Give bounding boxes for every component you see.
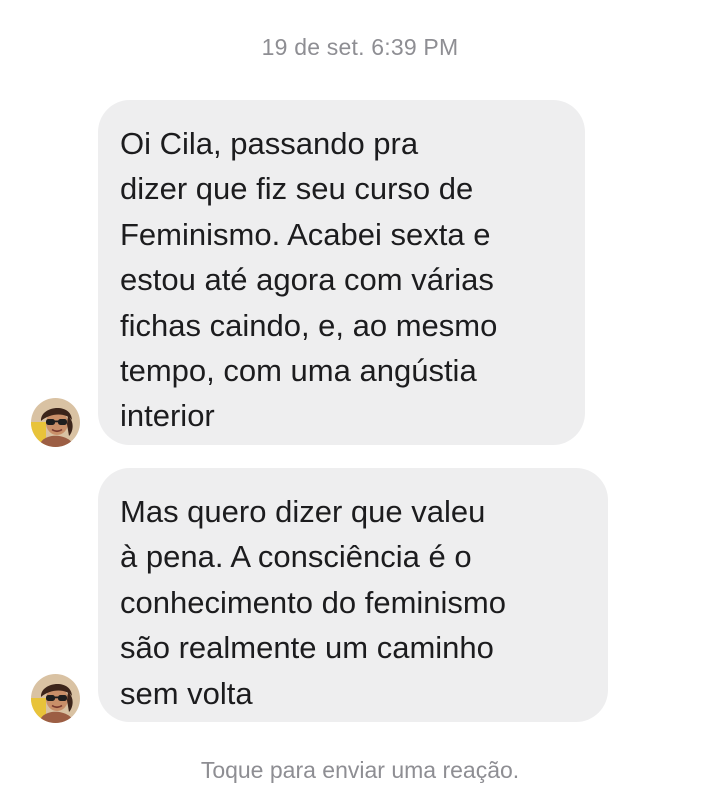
message-bubble[interactable]: Mas quero dizer que valeu à pena. A cons…: [98, 468, 608, 722]
message-text-line: sem volta: [120, 675, 253, 711]
message-text-line: dizer que fiz seu curso de: [120, 171, 474, 207]
message-bubble[interactable]: Oi Cila, passando pra dizer que fiz seu …: [98, 100, 585, 445]
message-text-line: à pena. A consciência é o: [120, 539, 472, 575]
message-text-line: fichas caindo, e, ao mesmo: [120, 307, 498, 343]
message-text-line: conhecimento do feminismo: [120, 584, 506, 620]
message-text-line: Oi Cila, passando pra: [120, 126, 419, 161]
contact-avatar-icon[interactable]: [31, 674, 80, 723]
conversation-timestamp: 19 de set. 6:39 PM: [261, 34, 459, 60]
message-text-line: interior: [120, 398, 215, 434]
message-text-line: são realmente um caminho: [120, 630, 494, 666]
message-text-line: tempo, com uma angústia: [120, 353, 477, 389]
contact-avatar-icon[interactable]: [31, 398, 80, 447]
message-text-line: Feminismo. Acabei sexta e: [120, 216, 491, 252]
message-text-line: estou até agora com várias: [120, 262, 494, 298]
reaction-hint[interactable]: Toque para enviar uma reação.: [0, 757, 712, 784]
message-text-line: Mas quero dizer que valeu: [120, 494, 486, 529]
